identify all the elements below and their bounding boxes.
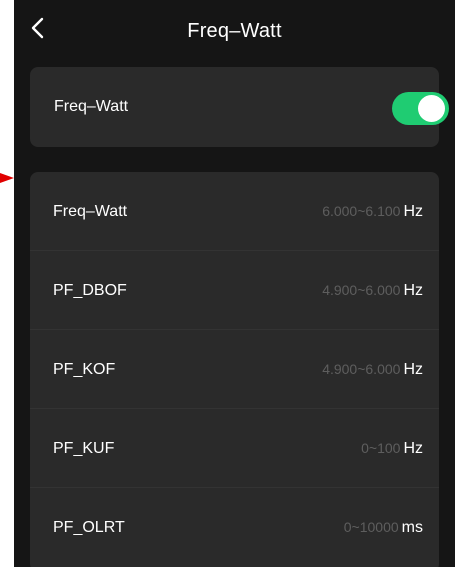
setting-range: 4.900~6.000 xyxy=(322,282,401,298)
switch-knob xyxy=(418,95,445,122)
setting-name: PF_KOF xyxy=(53,361,116,378)
setting-name: PF_DBOF xyxy=(53,282,127,299)
setting-unit: Hz xyxy=(403,203,423,220)
setting-unit: Hz xyxy=(403,440,423,457)
setting-range: 4.900~6.000 xyxy=(322,361,401,377)
setting-range: 0~100 xyxy=(361,440,401,456)
setting-name: Freq–Watt xyxy=(53,203,128,220)
settings-list: Freq–Watt 6.000~6.100 Hz PF_DBOF 4.900~6.… xyxy=(30,172,439,567)
setting-name: PF_OLRT xyxy=(53,519,125,536)
settings-row-freq-watt[interactable]: Freq–Watt 6.000~6.100 Hz xyxy=(30,172,439,251)
page-title: Freq–Watt xyxy=(187,20,282,42)
freq-watt-switch[interactable] xyxy=(392,92,449,125)
setting-unit: Hz xyxy=(403,282,423,299)
settings-row-pf-dbof[interactable]: PF_DBOF 4.900~6.000 Hz xyxy=(30,251,439,330)
setting-unit: Hz xyxy=(403,361,423,378)
setting-value: 0~10000 ms xyxy=(344,519,423,537)
freq-watt-toggle-card: Freq–Watt xyxy=(30,67,449,147)
setting-range: 6.000~6.100 xyxy=(322,203,401,219)
header-bar: Freq–Watt xyxy=(14,0,455,60)
setting-value: 4.900~6.000 Hz xyxy=(322,361,423,379)
settings-row-pf-kuf[interactable]: PF_KUF 0~100 Hz xyxy=(30,409,439,488)
settings-row-pf-olrt[interactable]: PF_OLRT 0~10000 ms xyxy=(30,488,439,567)
setting-value: 0~100 Hz xyxy=(361,440,423,458)
toggle-label: Freq–Watt xyxy=(54,98,129,115)
settings-row-pf-kof[interactable]: PF_KOF 4.900~6.000 Hz xyxy=(30,330,439,409)
annotation-arrow-icon xyxy=(0,173,14,183)
setting-unit: ms xyxy=(401,519,423,536)
app-screen: Freq–Watt Freq–Watt Freq–Watt 6.000~6.10… xyxy=(14,0,455,567)
setting-value: 4.900~6.000 Hz xyxy=(322,282,423,300)
setting-value: 6.000~6.100 Hz xyxy=(322,203,423,221)
setting-name: PF_KUF xyxy=(53,440,115,457)
setting-range: 0~10000 xyxy=(343,519,399,535)
